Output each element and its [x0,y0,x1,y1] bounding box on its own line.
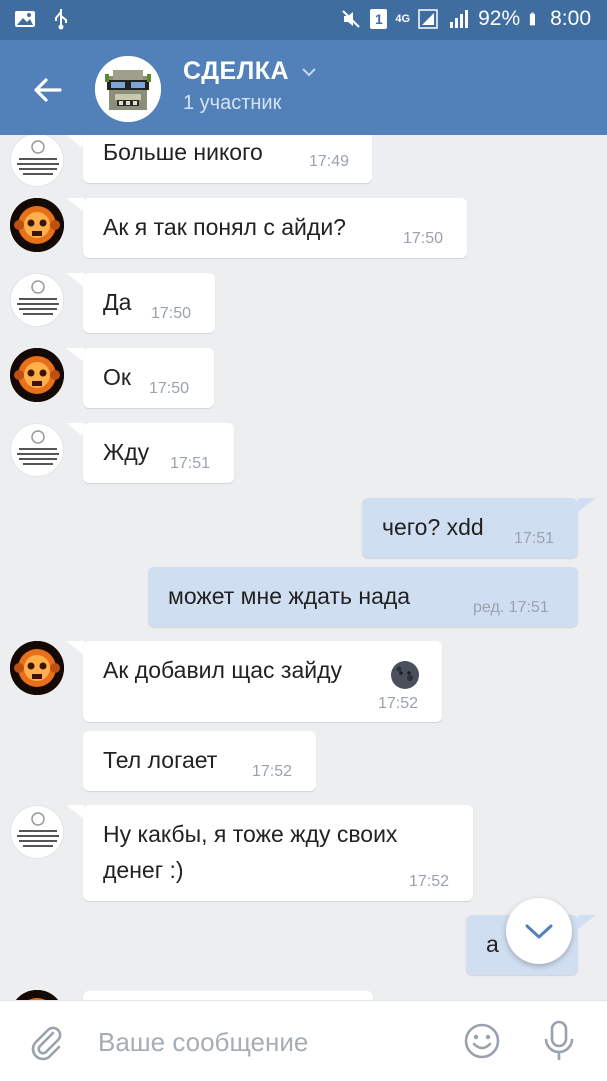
message-time: 17:51 [170,455,211,472]
avatar[interactable] [10,990,64,1000]
message-composer [0,1000,607,1081]
avatar[interactable] [10,348,64,402]
avatar[interactable] [10,641,64,695]
avatar[interactable] [10,135,64,187]
battery-icon [530,12,536,26]
chevron-down-icon [525,924,553,939]
chat-avatar[interactable] [95,56,161,122]
message-text: Ну какбы, я тоже жду своих [103,821,398,847]
message-text: Ок [103,364,131,390]
skull-avatar-icon [10,641,64,695]
pixel-skull-icon [95,56,161,122]
message-text: Тел логает [103,747,218,773]
message-text: может мне ждать нада [168,583,411,609]
chat-title[interactable]: СДЕЛКА [183,57,289,86]
message-bubble[interactable]: Жду 17:51 [83,423,234,483]
back-arrow-icon[interactable] [28,70,68,110]
message-text: чего? xdd [382,514,484,540]
message-text: Больше никого [103,139,263,165]
message-text: Ак я так понял с айди? [103,214,346,240]
message-time: 17:50 [149,380,190,397]
notification-count-badge: 1 [370,9,388,29]
message-text: Жду [103,439,150,465]
avatar[interactable] [10,198,64,252]
message-bubble[interactable]: Да 17:50 [83,273,215,333]
signal-bars-icon [450,10,469,28]
message-bubble[interactable]: Ну какбы, я тоже жду своих денег :) 17:5… [83,805,473,901]
message-time: 17:50 [151,305,192,322]
meme-avatar-icon [17,140,59,175]
avatar[interactable] [10,805,64,859]
mute-icon [342,10,361,28]
emoji-icon[interactable] [462,1021,502,1061]
message-bubble-outgoing[interactable]: чего? xdd 17:51 [362,498,578,558]
usb-notification-icon [55,9,67,30]
signal-icon [418,9,438,29]
message-time: 17:52 [378,695,419,712]
message-bubble[interactable]: Больше никого 17:49 [83,135,372,183]
avatar[interactable] [10,423,64,477]
message-bubble[interactable] [83,991,373,1000]
chevron-down-icon[interactable] [300,65,318,79]
status-bar: 1 4G 92% 8:00 [0,0,607,40]
meme-avatar-icon [17,812,59,847]
meme-avatar-icon [17,430,59,465]
message-bubble-outgoing[interactable]: может мне ждать нада ред. 17:51 [148,567,578,627]
avatar[interactable] [10,273,64,327]
skull-avatar-icon [10,990,64,1000]
gallery-notification-icon [15,11,35,27]
message-bubble[interactable]: Ак добавил щас зайду 17:52 [83,641,442,722]
message-time: 17:52 [409,873,450,890]
message-input[interactable] [96,1023,430,1061]
new-moon-face-emoji-icon [391,661,419,689]
clock: 8:00 [550,7,591,30]
skull-avatar-icon [10,198,64,252]
message-time: 17:49 [309,153,350,170]
message-text: Ак добавил щас зайду [103,657,343,683]
message-time: 17:52 [252,763,293,780]
paperclip-icon[interactable] [26,1021,66,1061]
scroll-to-bottom-button[interactable] [506,898,572,964]
message-time: 17:50 [403,230,444,247]
microphone-icon[interactable] [541,1019,577,1063]
message-bubble[interactable]: Ок 17:50 [83,348,214,408]
chat-header: СДЕЛКА 1 участник [0,40,607,135]
skull-avatar-icon [10,348,64,402]
message-text-line2: денег :) [103,857,184,883]
message-time: ред. 17:51 [473,599,549,616]
message-text: Да [103,289,132,315]
meme-avatar-icon [17,280,59,315]
message-bubble[interactable]: Тел логает 17:52 [83,731,316,791]
message-text: а [486,931,499,957]
message-bubble[interactable]: Ак я так понял с айди? 17:50 [83,198,467,258]
chat-subtitle: 1 участник [183,92,282,114]
message-time: 17:51 [514,530,555,547]
network-type: 4G [395,13,411,25]
battery-percent: 92% [478,7,521,30]
message-list[interactable]: Больше никого 17:49 Ак я так понял с айд… [0,135,607,1000]
